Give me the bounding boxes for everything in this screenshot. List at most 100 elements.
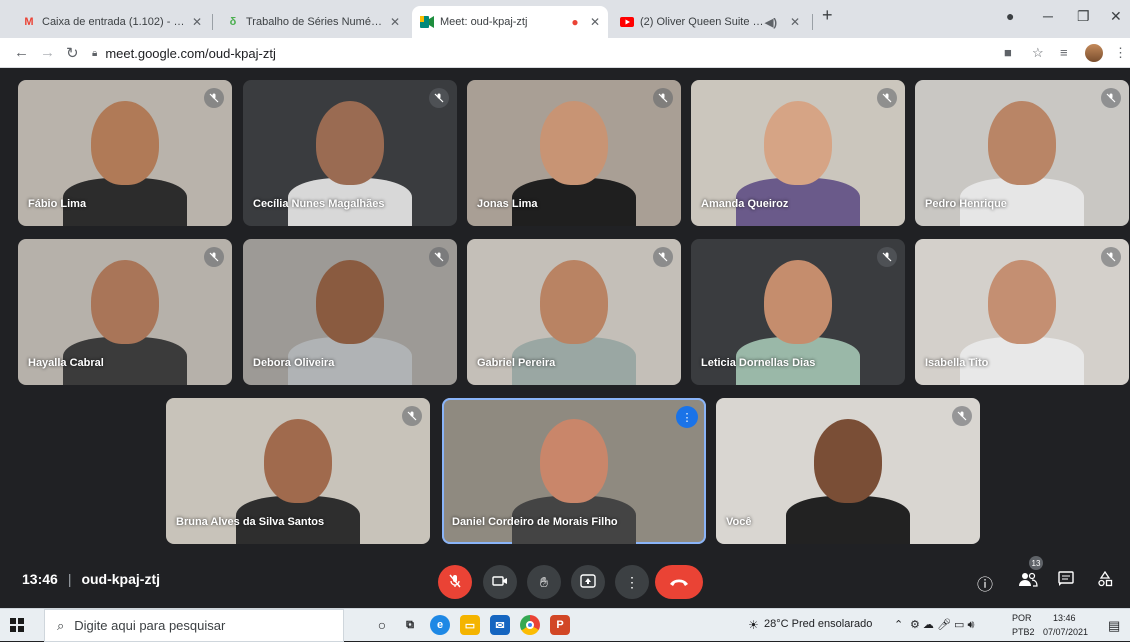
new-tab-button[interactable]: + (822, 5, 833, 26)
participant-name: Cecília Nunes Magalhães (253, 198, 385, 210)
mic-muted-icon (952, 406, 972, 426)
close-icon[interactable]: ✕ (790, 15, 800, 29)
meeting-details-icon[interactable]: ⓘ (977, 571, 993, 595)
tab-separator (812, 14, 813, 30)
divider: | (67, 571, 72, 587)
tab-title: Caixa de entrada (1.102) - mathe (42, 16, 186, 28)
participant-name: Daniel Cordeiro de Morais Filho (452, 516, 618, 528)
mic-muted-icon (653, 247, 673, 267)
participant-tile[interactable]: Leticia Dornellas Dias (691, 239, 905, 385)
reading-list-icon[interactable]: ≡ (1060, 45, 1068, 60)
tab-overleaf[interactable]: δ Trabalho de Séries Numéricas - C ✕ (218, 6, 408, 38)
audio-playing-icon[interactable]: ◀) (764, 15, 778, 29)
more-options-button[interactable]: ⋮ (615, 565, 649, 599)
address-bar[interactable]: 🔒︎ meet.google.com/oud-kpaj-ztj (92, 42, 987, 64)
participant-tile[interactable]: ⋮ Daniel Cordeiro de Morais Filho (442, 398, 706, 544)
participant-tile[interactable]: Gabriel Pereira (467, 239, 681, 385)
tray-status-icons[interactable]: ⚙ ☁ 🎤︎ ▭ 🔊︎ (910, 618, 974, 632)
participant-name: Fábio Lima (28, 198, 87, 210)
meeting-code[interactable]: oud-kpaj-ztj (81, 571, 160, 587)
mic-muted-icon (429, 88, 449, 108)
participant-tile[interactable]: Jonas Lima (467, 80, 681, 226)
weather-text[interactable]: 28°C Pred ensolarado (764, 618, 872, 630)
windows-taskbar: ⌕ Digite aqui para pesquisar ○ ⧉ e ▭ ✉ P… (0, 608, 1130, 642)
file-explorer-icon[interactable]: ▭ (460, 615, 480, 635)
participant-tile[interactable]: Pedro Henrique (915, 80, 1129, 226)
speaking-indicator-icon: ⋮ (676, 406, 698, 428)
participant-tile[interactable]: Isabella Tito (915, 239, 1129, 385)
tab-gmail[interactable]: M Caixa de entrada (1.102) - mathe ✕ (14, 6, 210, 38)
tray-chevron-icon[interactable]: ⌃ (894, 618, 903, 631)
back-arrow-icon[interactable]: ← (14, 44, 29, 61)
language-indicator[interactable]: POR (1012, 613, 1032, 623)
mic-muted-icon (1101, 247, 1121, 267)
hang-up-icon (669, 574, 689, 590)
participant-name: Você (726, 516, 752, 528)
reload-icon[interactable]: ↻ (66, 44, 79, 62)
participant-name: Gabriel Pereira (477, 357, 556, 369)
mic-muted-icon (1101, 88, 1121, 108)
minimize-icon[interactable]: ─ (1043, 8, 1053, 24)
participant-video-face (988, 260, 1056, 344)
close-icon[interactable]: ✕ (590, 15, 600, 29)
powerpoint-icon[interactable]: P (550, 615, 570, 635)
mic-muted-icon (653, 88, 673, 108)
camera-icon (492, 574, 508, 590)
edge-icon[interactable]: e (430, 615, 450, 635)
camera-indicator-icon[interactable]: ■ (1004, 45, 1012, 60)
more-vert-icon: ⋮ (625, 573, 639, 590)
mic-muted-icon (877, 247, 897, 267)
close-icon[interactable]: ✕ (390, 15, 400, 29)
microphone-toggle-button[interactable] (438, 565, 472, 599)
participant-tile[interactable]: Amanda Queiroz (691, 80, 905, 226)
participant-tile[interactable]: Cecília Nunes Magalhães (243, 80, 457, 226)
chat-icon[interactable] (1058, 571, 1074, 592)
bookmark-star-icon[interactable]: ☆ (1032, 45, 1044, 61)
participant-name: Hayalla Cabral (28, 357, 104, 369)
profile-avatar[interactable] (1085, 44, 1103, 62)
participant-name: Leticia Dornellas Dias (701, 357, 816, 369)
participant-video-face (764, 260, 832, 344)
extension-record-icon[interactable]: ● (1006, 8, 1014, 24)
cortana-icon[interactable]: ○ (372, 615, 392, 635)
participant-video-face (91, 260, 159, 344)
tab-separator (212, 14, 213, 30)
participant-video-face (764, 101, 832, 185)
close-icon[interactable]: ✕ (192, 15, 202, 29)
tab-youtube[interactable]: (2) Oliver Queen Suite - YouT ◀) ✕ (612, 6, 808, 38)
meet-icon (420, 15, 434, 29)
windows-start-icon[interactable] (10, 618, 24, 632)
chrome-icon[interactable] (520, 615, 540, 635)
raise-hand-button[interactable]: ✋︎ (527, 565, 561, 599)
meet-stage: Fábio Lima Cecília Nunes Magalhães Jonas L… (0, 68, 1130, 608)
mic-off-icon (448, 574, 462, 591)
youtube-icon (620, 15, 634, 29)
task-view-icon[interactable]: ⧉ (400, 615, 420, 635)
participant-tile[interactable]: Bruna Alves da Silva Santos (166, 398, 430, 544)
participant-tile[interactable]: Hayalla Cabral (18, 239, 232, 385)
notifications-icon[interactable]: ▤ (1108, 618, 1120, 634)
mail-icon[interactable]: ✉ (490, 615, 510, 635)
search-placeholder: Digite aqui para pesquisar (74, 618, 226, 633)
participant-tile[interactable]: Você (716, 398, 980, 544)
present-screen-button[interactable] (571, 565, 605, 599)
taskbar-date[interactable]: 07/07/2021 (1043, 627, 1088, 637)
maximize-icon[interactable]: ❐ (1077, 8, 1090, 25)
browser-toolbar: ← → ↻ 🔒︎ meet.google.com/oud-kpaj-ztj ■ … (0, 38, 1130, 68)
forward-arrow-icon[interactable]: → (40, 44, 55, 61)
activities-icon[interactable] (1097, 570, 1113, 592)
keyboard-layout-indicator[interactable]: PTB2 (1012, 627, 1035, 637)
participants-icon[interactable] (1018, 571, 1038, 592)
taskbar-search-box[interactable]: ⌕ Digite aqui para pesquisar (44, 609, 344, 642)
camera-toggle-button[interactable] (483, 565, 517, 599)
participant-tile[interactable]: Debora Oliveira (243, 239, 457, 385)
menu-icon[interactable]: ⋮ (1114, 45, 1127, 61)
tab-meet[interactable]: Meet: oud-kpaj-ztj ● ✕ (412, 6, 608, 38)
participant-tile[interactable]: Fábio Lima (18, 80, 232, 226)
participant-video-face (316, 260, 384, 344)
close-window-icon[interactable]: ✕ (1110, 8, 1122, 25)
leave-call-button[interactable] (655, 565, 703, 599)
taskbar-time[interactable]: 13:46 (1053, 613, 1076, 623)
weather-icon[interactable]: ☀ (748, 618, 759, 632)
gmail-icon: M (24, 16, 34, 28)
